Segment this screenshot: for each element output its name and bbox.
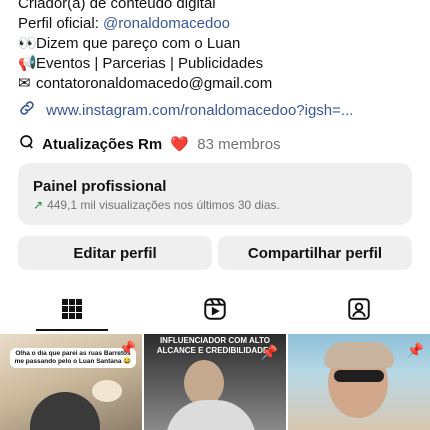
community-name: Atualizações Rm (42, 135, 163, 153)
tagged-icon (346, 296, 372, 327)
post-caption-1: Olha o dia que parei as ruas Barretos me… (10, 348, 136, 368)
envelope-icon: ✉ (18, 75, 31, 92)
professional-dashboard[interactable]: Painel profissional ↗ 449,1 mil visualiza… (18, 163, 412, 225)
panel-subtitle: ↗ 449,1 mil visualizações nos últimos 30 … (33, 198, 280, 212)
tab-tagged[interactable] (287, 292, 430, 330)
eyes-icon: 👀 (18, 35, 37, 52)
bio-line-1: 👀Dizem que pareço com o Luan (18, 35, 241, 52)
email-line: ✉ contatoronaldomacedo@gmail.com (18, 75, 273, 92)
reels-icon (202, 296, 228, 327)
community-row[interactable]: Atualizações Rm ❤️ 83 membros (18, 133, 418, 157)
post-thumbnail-3[interactable]: 📌 (288, 334, 430, 430)
pin-icon: 📌 (260, 344, 278, 360)
link-icon (18, 99, 38, 123)
pin-icon: 📌 (118, 340, 136, 356)
panel-title: Painel profissional (33, 178, 167, 195)
share-profile-button[interactable]: Compartilhar perfil (218, 236, 412, 270)
threads-chat-icon (18, 133, 38, 157)
tab-selected-indicator (36, 329, 108, 331)
person-silhouette (30, 392, 100, 430)
profile-link[interactable]: www.instagram.com/ronaldomacedoo?igsh=..… (18, 99, 418, 123)
person-hair (324, 342, 394, 368)
megaphone-icon: 📢 (18, 55, 37, 72)
trend-up-icon: ↗ (33, 198, 44, 212)
tab-reels[interactable] (143, 292, 286, 330)
official-line: Perfil oficial: @ronaldomacedoo (18, 14, 418, 34)
pin-icon: 📌 (406, 342, 424, 358)
crowd-figure (92, 380, 122, 402)
official-handle-link[interactable]: @ronaldomacedoo (103, 15, 230, 32)
heart-icon: ❤️ (170, 135, 190, 153)
grid-icon (60, 297, 84, 326)
profile-link-text[interactable]: www.instagram.com/ronaldomacedoo?igsh=..… (46, 102, 353, 119)
post-thumbnail-1[interactable]: Olha o dia que parei as ruas Barretos me… (0, 334, 142, 430)
official-prefix: Perfil oficial: (18, 15, 104, 32)
bio-line-2: 📢Eventos | Parcerias | Publicidades (18, 55, 264, 72)
tab-posts[interactable] (0, 292, 143, 330)
community-members: 83 membros (197, 135, 281, 153)
sunglasses (334, 370, 384, 382)
person-shirt (166, 400, 256, 430)
category-label: Criador(a) de conteúdo digital (18, 0, 216, 12)
post-thumbnail-2[interactable]: INFLUENCIADOR COM ALTO ALCANCE E CREDIBI… (144, 334, 286, 430)
post-caption-2: INFLUENCIADOR COM ALTO ALCANCE E CREDIBI… (156, 336, 274, 355)
edit-profile-button[interactable]: Editar perfil (18, 236, 212, 270)
